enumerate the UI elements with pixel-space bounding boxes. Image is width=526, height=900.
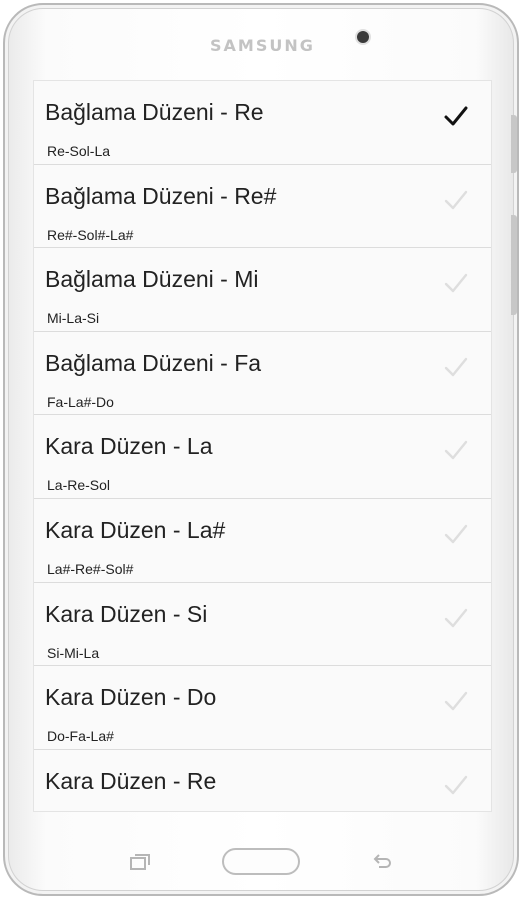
tuning-title: Bağlama Düzeni - Re bbox=[45, 99, 264, 125]
power-button[interactable] bbox=[511, 115, 517, 173]
checkmark-icon[interactable] bbox=[443, 354, 469, 380]
tuning-title: Kara Düzen - La# bbox=[45, 516, 226, 543]
tuning-list-item[interactable]: Kara Düzen - La La-Re-Sol bbox=[34, 415, 491, 499]
checkmark-icon[interactable] bbox=[443, 187, 469, 213]
tuning-notes: Re#-Sol#-La# bbox=[47, 226, 134, 243]
checkmark-icon[interactable] bbox=[443, 270, 469, 296]
tuning-title: Kara Düzen - La bbox=[45, 433, 213, 460]
tuning-list-item[interactable]: Kara Düzen - Si Si-Mi-La bbox=[34, 583, 491, 667]
tuning-list: Bağlama Düzeni - Re Re-Sol-La Bağlama Düze… bbox=[34, 81, 491, 811]
tuning-notes: La#-Re#-Sol# bbox=[47, 560, 134, 577]
app-screen: Bağlama Düzeni - Re Re-Sol-La Bağlama Düze… bbox=[34, 81, 491, 811]
tuning-notes: Si-Mi-La bbox=[47, 644, 100, 661]
tuning-title: Bağlama Düzeni - Fa bbox=[45, 349, 262, 376]
tuning-list-item[interactable]: Kara Düzen - Do Do-Fa-La# bbox=[34, 666, 491, 750]
checkmark-icon-selected[interactable] bbox=[443, 103, 469, 129]
tuning-list-item[interactable]: Bağlama Düzeni - Fa Fa-La#-Do bbox=[34, 332, 491, 416]
tuning-list-item[interactable]: Bağlama Düzeni - Re# Re#-Sol#-La# bbox=[34, 165, 491, 249]
tuning-title: Kara Düzen - Si bbox=[45, 600, 208, 627]
front-camera-icon bbox=[357, 31, 369, 43]
tuning-notes: Fa-La#-Do bbox=[47, 393, 114, 410]
checkmark-icon[interactable] bbox=[443, 605, 469, 631]
tuning-list-item[interactable]: Bağlama Düzeni - Re Re-Sol-La bbox=[34, 81, 491, 165]
checkmark-icon[interactable] bbox=[443, 772, 469, 798]
checkmark-icon[interactable] bbox=[443, 437, 469, 463]
tuning-list-item[interactable]: Kara Düzen - La# La#-Re#-Sol# bbox=[34, 499, 491, 583]
tuning-title: Kara Düzen - Re bbox=[45, 767, 217, 794]
tuning-list-item[interactable]: Bağlama Düzeni - Mi Mi-La-Si bbox=[34, 248, 491, 332]
checkmark-icon[interactable] bbox=[443, 688, 469, 714]
recent-apps-icon[interactable] bbox=[129, 853, 151, 871]
checkmark-icon[interactable] bbox=[443, 521, 469, 547]
back-arrow-icon[interactable] bbox=[371, 852, 393, 870]
tuning-title: Kara Düzen - Do bbox=[45, 684, 217, 711]
tuning-notes: Re-Sol-La bbox=[47, 143, 111, 159]
volume-button[interactable] bbox=[511, 215, 517, 315]
tuning-title: Bağlama Düzeni - Re# bbox=[45, 182, 277, 209]
tuning-notes: Do-Fa-La# bbox=[47, 728, 114, 745]
home-button[interactable] bbox=[222, 848, 300, 875]
tuning-list-item[interactable]: Kara Düzen - Re bbox=[34, 750, 491, 811]
tuning-notes: La-Re-Sol bbox=[47, 477, 111, 494]
brand-logo: SAMSUNG bbox=[210, 36, 315, 55]
tuning-notes: Mi-La-Si bbox=[47, 310, 100, 327]
tuning-title: Bağlama Düzeni - Mi bbox=[45, 266, 259, 293]
